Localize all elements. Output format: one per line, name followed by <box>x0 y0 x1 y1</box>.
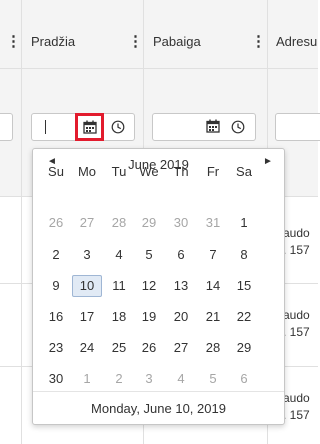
text-cursor <box>45 120 46 134</box>
calendar-day[interactable]: 26 <box>41 212 71 234</box>
column-divider <box>21 0 22 444</box>
selected-day[interactable]: 10 <box>72 275 102 297</box>
row-address-line2: . 157 <box>283 408 310 422</box>
calendar-day[interactable]: 29 <box>134 212 164 234</box>
calendar-day[interactable]: 30 <box>166 212 196 234</box>
address-filter[interactable] <box>275 113 320 141</box>
start-calendar-button[interactable] <box>75 113 104 141</box>
calendar-day[interactable]: 30 <box>41 368 71 390</box>
calendar-day[interactable]: 8 <box>229 244 259 266</box>
calendar-day[interactable]: 16 <box>41 306 71 328</box>
column-menu-icon[interactable]: ⋮ <box>128 32 143 50</box>
today-link[interactable]: Monday, June 10, 2019 <box>33 401 284 416</box>
row-address-line2: . 157 <box>283 243 310 257</box>
calendar-day[interactable]: 27 <box>166 337 196 359</box>
days-grid: 26 27 28 29 30 31 1 2 3 4 5 6 7 8 9 10 11 12 13 14 15 16 17 18 1… <box>33 149 284 389</box>
calendar-day[interactable]: 9 <box>41 275 71 297</box>
calendar-day[interactable]: 11 <box>104 275 134 297</box>
calendar-day[interactable]: 22 <box>229 306 259 328</box>
calendar-day[interactable]: 3 <box>72 244 102 266</box>
calendar-day[interactable]: 25 <box>104 337 134 359</box>
calendar-day[interactable]: 2 <box>104 368 134 390</box>
calendar-day[interactable]: 7 <box>198 244 228 266</box>
calendar-day[interactable]: 13 <box>166 275 196 297</box>
calendar-day[interactable]: 17 <box>72 306 102 328</box>
calendar-footer-divider <box>33 391 284 392</box>
calendar-day[interactable]: 18 <box>104 306 134 328</box>
column-header-address[interactable]: Adresu <box>276 34 317 49</box>
column-menu-icon[interactable]: ⋮ <box>251 32 266 50</box>
clock-icon[interactable] <box>111 120 125 134</box>
column-header-end[interactable]: Pabaiga <box>153 34 201 49</box>
calendar-day[interactable]: 15 <box>229 275 259 297</box>
calendar-day[interactable]: 23 <box>41 337 71 359</box>
calendar-day[interactable]: 29 <box>229 337 259 359</box>
calendar-day[interactable]: 19 <box>134 306 164 328</box>
calendar-day[interactable]: 2 <box>41 244 71 266</box>
calendar-day[interactable]: 6 <box>229 368 259 390</box>
calendar-day[interactable]: 28 <box>104 212 134 234</box>
calendar-day[interactable]: 4 <box>166 368 196 390</box>
calendar-icon <box>83 120 97 134</box>
row-address-line2: . 157 <box>283 325 310 339</box>
calendar-day[interactable]: 26 <box>134 337 164 359</box>
row-address-line1: audo <box>283 391 310 405</box>
row-address-line1: audo <box>283 226 310 240</box>
calendar-day[interactable]: 21 <box>198 306 228 328</box>
calendar-day[interactable]: 1 <box>72 368 102 390</box>
row-address-line1: audo <box>283 308 310 322</box>
calendar-day[interactable]: 28 <box>198 337 228 359</box>
column-header-start[interactable]: Pradžia <box>31 34 75 49</box>
calendar-day[interactable]: 12 <box>134 275 164 297</box>
calendar-day[interactable]: 3 <box>134 368 164 390</box>
calendar-day[interactable]: 4 <box>104 244 134 266</box>
calendar-day[interactable]: 31 <box>198 212 228 234</box>
calendar-day[interactable]: 5 <box>198 368 228 390</box>
calendar-day[interactable]: 5 <box>134 244 164 266</box>
calendar-day[interactable]: 27 <box>72 212 102 234</box>
calendar-day[interactable]: 24 <box>72 337 102 359</box>
filter-input-first[interactable] <box>0 113 13 141</box>
header-divider <box>0 68 318 69</box>
calendar-day[interactable]: 1 <box>229 212 259 234</box>
clock-icon[interactable] <box>231 120 245 134</box>
calendar-day[interactable]: 6 <box>166 244 196 266</box>
calendar-day[interactable]: 14 <box>198 275 228 297</box>
column-menu-icon[interactable]: ⋮ <box>6 32 21 50</box>
calendar-popup: ◄ June 2019 ► Su Mo Tu We Th Fr Sa 26 27 28 29 30 3… <box>32 148 285 425</box>
calendar-day[interactable]: 20 <box>166 306 196 328</box>
calendar-icon[interactable] <box>206 119 220 133</box>
